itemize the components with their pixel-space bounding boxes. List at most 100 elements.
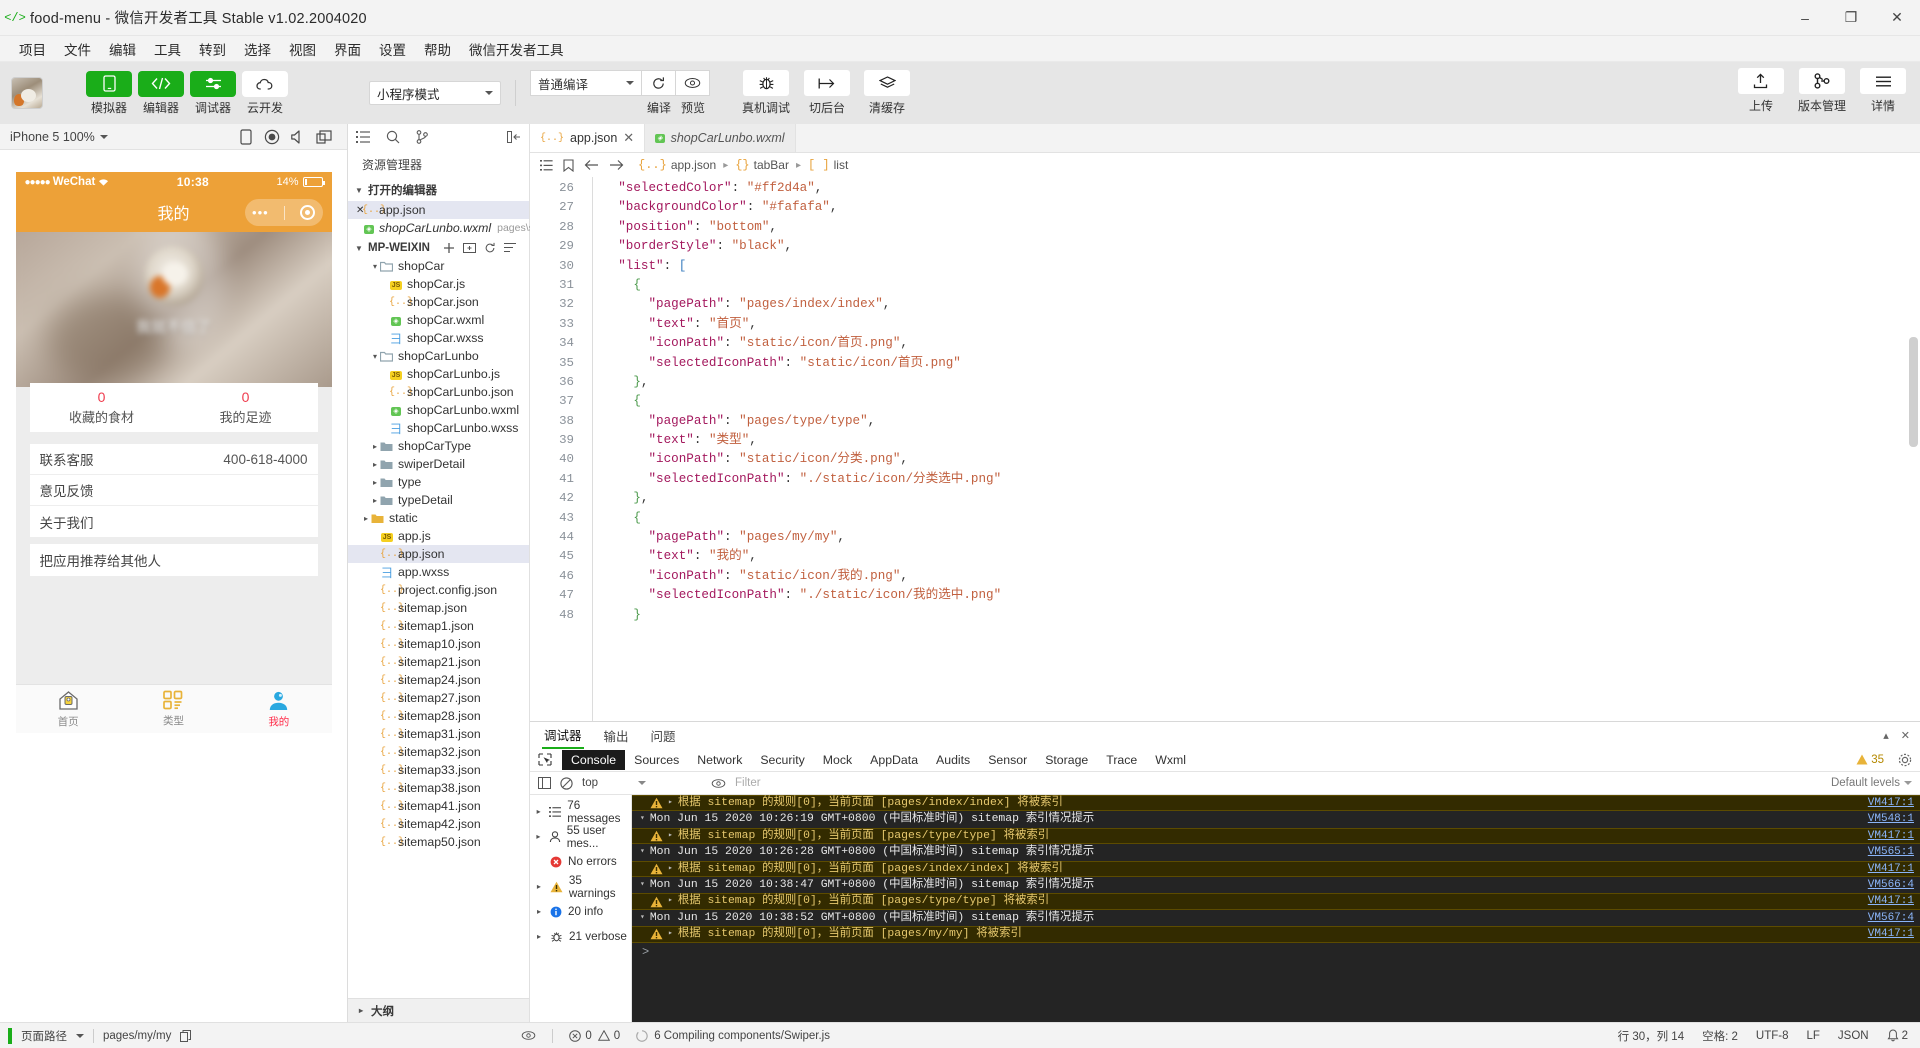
file-tree-item[interactable]: JS shopCarLunbo.js [348,365,529,383]
eye-icon[interactable] [521,1030,536,1041]
console-context-select[interactable]: top [582,777,702,789]
devtools-tab-sensor[interactable]: Sensor [979,750,1036,770]
devtools-tab-appdata[interactable]: AppData [861,750,927,770]
console-sidebar-info[interactable]: ▸ 20 info [530,899,631,924]
cursor-position[interactable]: 行 30，列 14 [1618,1028,1684,1044]
console-filter-input[interactable]: Filter [735,777,1822,789]
breadcrumb-item[interactable]: [ ] list [808,158,848,172]
twisty-icon[interactable]: ▸ [361,514,371,523]
console-log-entry[interactable]: ▾ Mon Jun 15 2020 10:26:28 GMT+0800 (中国标准… [632,844,1920,861]
console-log-entry[interactable]: ▾ Mon Jun 15 2020 10:38:52 GMT+0800 (中国标准… [632,909,1920,927]
search-icon[interactable] [386,130,400,144]
notification-bell-icon[interactable]: 2 [1887,1029,1908,1042]
profile-stat[interactable]: 0 我的足迹 [174,383,318,432]
minimize-console-icon[interactable]: ▴ [1883,729,1889,742]
menu-item-5[interactable]: 选择 [235,36,280,62]
expand-icon[interactable]: ▸ [668,828,673,844]
file-tree-item[interactable]: {..} shopCarLunbo.json [348,383,529,401]
console-sidebar-verbose[interactable]: ▸ 21 verbose [530,924,631,949]
rotate-icon[interactable] [233,124,259,150]
expand-icon[interactable]: ▸ [668,926,673,942]
recommend-row[interactable]: 把应用推荐给其他人 [29,544,318,576]
menu-item-7[interactable]: 界面 [325,36,370,62]
devtools-tab-sources[interactable]: Sources [625,750,688,770]
file-tree-item[interactable]: ▸ swiperDetail [348,455,529,473]
compile-button[interactable] [642,70,676,96]
menu-row[interactable]: 意见反馈 [29,475,318,506]
toolbar-layers-button[interactable]: 清缓存 [864,70,911,116]
error-count[interactable]: 0 [569,1030,592,1042]
file-tree-item[interactable]: ▸ static [348,509,529,527]
console-sidebar-user[interactable]: ▸ 55 user mes... [530,824,631,850]
open-editor-item[interactable]: ✕ {..} app.json [348,201,529,219]
clear-console-icon[interactable] [560,776,573,790]
copy-icon[interactable] [180,1029,192,1042]
twisty-icon[interactable]: ▸ [370,442,380,451]
tabbar-item-类型[interactable]: 类型 [121,685,226,733]
inspect-element-icon[interactable] [538,753,552,766]
compile-select[interactable]: 普通编译 [530,70,642,96]
menu-item-8[interactable]: 设置 [370,36,415,62]
close-icon[interactable]: ✕ [623,130,634,146]
code-editor[interactable]: 26 27 28 29 30 31 32 33 34 35 36 37 38 39 40 41 42 43 44 45… [530,177,1920,721]
toolbar-branch-button[interactable]: 版本管理 [1798,68,1846,114]
file-tree-item[interactable]: JS app.js [348,527,529,545]
devtools-tab-mock[interactable]: Mock [814,750,861,770]
editor-tab-app.json[interactable]: {..} app.json ✕ [530,124,646,152]
devtools-tab-network[interactable]: Network [688,750,751,770]
chevron-right-icon[interactable]: ▸ [534,907,544,916]
warning-count[interactable]: 0 [597,1030,620,1042]
editor-tab-shopCarLunbo.wxml[interactable]: ◈ shopCarLunbo.wxml [645,124,796,152]
file-tree-item[interactable]: {..} project.config.json [348,581,529,599]
twisty-icon[interactable]: ▸ [370,460,380,469]
console-log-entry[interactable]: ▸ 根据 sitemap 的规则[0]，当前页面 [pages/index/ind… [632,860,1920,877]
encoding[interactable]: UTF-8 [1756,1030,1789,1042]
expand-icon[interactable]: ▸ [668,893,673,909]
file-tree-item[interactable]: {..} sitemap31.json [348,725,529,743]
file-tree-item[interactable]: {..} app.json [348,545,529,563]
file-tree-item[interactable]: {..} sitemap10.json [348,635,529,653]
menu-row[interactable]: 联系客服 400-618-4000 [29,444,318,475]
toolbar-upload-button[interactable]: 上传 [1737,68,1784,114]
file-tree-item[interactable]: ▸ type [348,473,529,491]
editor-scrollbar[interactable] [1909,337,1918,447]
toolbar-phone-button[interactable]: 模拟器 [85,70,133,116]
eye-icon[interactable] [711,778,726,789]
collapse-panel-icon[interactable] [507,131,521,143]
console-panel-tab-输出[interactable]: 输出 [602,723,631,748]
console-log-entry[interactable]: ▸ 根据 sitemap 的规则[0]，当前页面 [pages/type/type… [632,893,1920,910]
tabbar-item-我的[interactable]: 我的 [226,685,331,733]
file-tree-item[interactable]: {..} sitemap33.json [348,761,529,779]
file-tree-item[interactable]: {..} sitemap38.json [348,779,529,797]
console-log-source[interactable]: VM417:1 [1868,893,1914,909]
devtools-tab-console[interactable]: Console [562,749,626,770]
console-log-source[interactable]: VM417:1 [1868,795,1914,811]
menu-item-0[interactable]: 项目 [10,36,55,62]
console-levels-select[interactable]: Default levels [1831,777,1912,789]
file-tree-item[interactable]: {..} sitemap21.json [348,653,529,671]
menu-item-10[interactable]: 微信开发者工具 [460,36,573,62]
console-sidebar-list[interactable]: ▸ 76 messages [530,799,631,825]
mode-select[interactable]: 小程序模式 [369,81,501,105]
sidebar-toggle-icon[interactable] [538,777,551,789]
expand-icon[interactable]: ▸ [668,795,673,811]
warning-count[interactable]: 35 [1856,754,1884,766]
file-tree-item[interactable]: ▸ typeDetail [348,491,529,509]
console-log-source[interactable]: VM417:1 [1868,828,1914,844]
file-tree-item[interactable]: {..} sitemap1.json [348,617,529,635]
refresh-icon[interactable] [484,242,496,254]
twisty-icon[interactable]: ▾ [370,352,380,361]
file-tree-item[interactable]: 彐 shopCarLunbo.wxss [348,419,529,437]
record-icon[interactable] [259,124,285,150]
toolbar-menu-button[interactable]: 详情 [1860,68,1906,114]
close-console-icon[interactable]: ✕ [1901,729,1910,742]
profile-stat[interactable]: 0 收藏的食材 [30,383,174,432]
file-tree-item[interactable]: 彐 shopCar.wxss [348,329,529,347]
language-mode[interactable]: JSON [1838,1030,1869,1042]
console-log-source[interactable]: VM567:4 [1868,910,1914,926]
forward-arrow-icon[interactable] [609,159,624,171]
open-editor-item[interactable]: ◈shopCarLunbo.wxmlpages\shopCarLunbo [348,219,598,237]
console-sidebar-error[interactable]: No errors [530,849,631,874]
twisty-icon[interactable]: ▾ [370,262,380,271]
file-tree-item[interactable]: ▾ shopCarLunbo [348,347,529,365]
